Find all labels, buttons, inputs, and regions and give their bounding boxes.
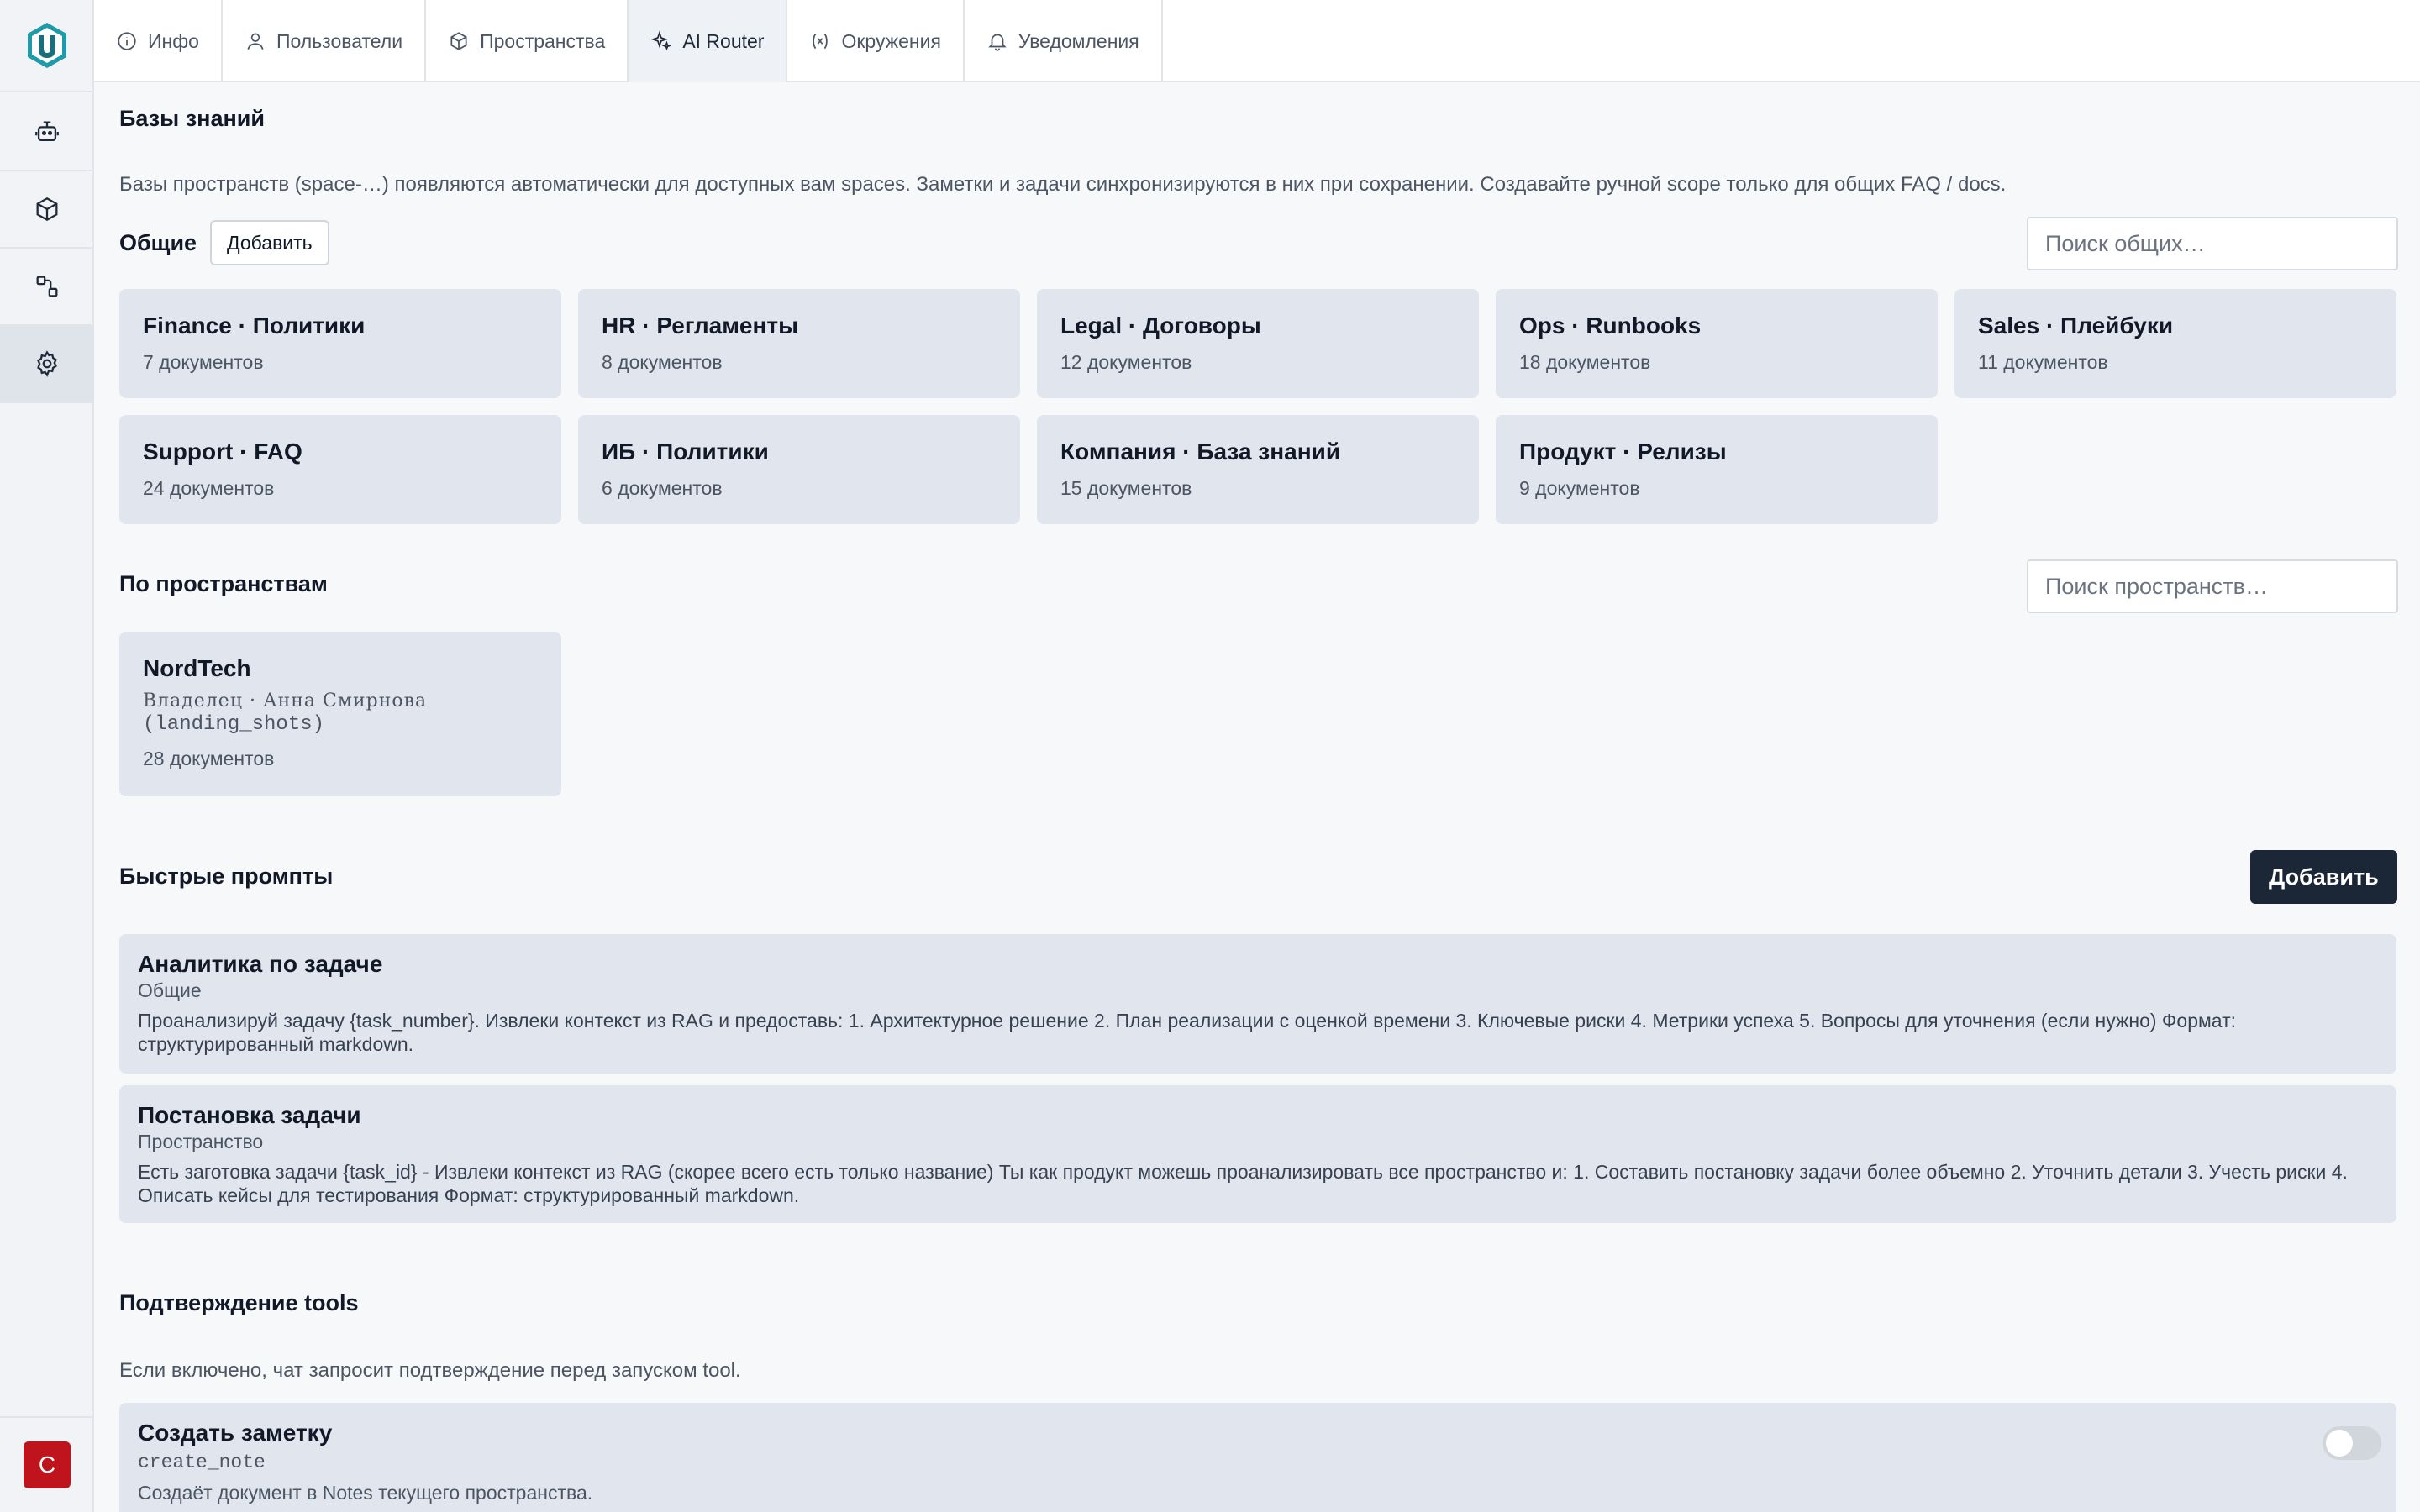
section-title-prompts: Быстрые промпты [119, 864, 334, 889]
tab-notifications[interactable]: Уведомления [965, 0, 1163, 82]
tab-label: Окружения [841, 29, 941, 52]
kb-card-count: 7 документов [143, 351, 264, 373]
kb-card[interactable]: Компания · База знаний 15 документов [1037, 415, 1479, 524]
sidebar-item-spaces[interactable] [0, 171, 94, 249]
space-card-count: 28 документов [143, 748, 275, 769]
kb-card-count: 12 документов [1060, 351, 1192, 373]
user-icon [247, 33, 264, 50]
tab-users[interactable]: Пользователи [223, 0, 427, 82]
kb-card[interactable]: Finance · Политики 7 документов [119, 289, 561, 398]
prompt-card[interactable]: Аналитика по задаче Общие Проанализируй … [119, 934, 2396, 1074]
tool-title: Создать заметку [138, 1420, 333, 1446]
knowledge-description: Базы пространств (space-…) появляются ав… [119, 173, 2007, 196]
prompt-card[interactable]: Постановка задачи Пространство Есть заго… [119, 1085, 2396, 1223]
prompt-text: Есть заготовка задачи {task_id} - Извлек… [138, 1161, 2348, 1206]
kb-card-count: 9 документов [1519, 477, 1640, 499]
sparkle-icon [650, 30, 672, 51]
workflow-icon [36, 276, 58, 297]
cube-icon [36, 197, 58, 222]
settings-tabs: Инфо Пользователи Пространства AI Router… [94, 0, 2420, 82]
kb-card-title: Компания · База знаний [1060, 438, 1341, 465]
tab-spaces[interactable]: Пространства [426, 0, 629, 82]
tool-description: Создаёт документ в Notes текущего простр… [138, 1482, 593, 1504]
spaces-label: По пространствам [119, 571, 328, 596]
sidebar-item-settings[interactable] [0, 326, 94, 403]
add-prompt-button[interactable]: Добавить [2250, 850, 2397, 904]
info-icon [118, 32, 136, 50]
logo-icon [28, 23, 66, 68]
kb-card[interactable]: Продукт · Релизы 9 документов [1496, 415, 1938, 524]
tool-confirm-toggle[interactable] [2323, 1426, 2381, 1460]
kb-card-count: 18 документов [1519, 351, 1651, 373]
toggle-knob [2326, 1430, 2353, 1457]
space-card-login: (landing_shots) [143, 713, 325, 736]
kb-card-count: 15 документов [1060, 477, 1192, 499]
kb-card-count: 24 документов [143, 477, 275, 499]
tab-label: AI Router [682, 29, 765, 52]
cube-icon [450, 32, 467, 50]
tools-description: Если включено, чат запросит подтверждени… [119, 1359, 741, 1382]
sidebar-item-assistant[interactable] [0, 94, 94, 171]
tool-code: create_note [138, 1452, 266, 1473]
section-title-tools: Подтверждение tools [119, 1290, 359, 1315]
bot-icon [35, 121, 59, 142]
common-label: Общие [119, 230, 197, 255]
kb-card-title: Support · FAQ [143, 438, 302, 465]
prompt-scope: Пространство [138, 1131, 264, 1152]
kb-card-title: Ops · Runbooks [1519, 312, 1702, 339]
kb-card[interactable]: Support · FAQ 24 документов [119, 415, 561, 524]
kb-card-title: HR · Регламенты [602, 312, 799, 339]
tab-label: Уведомления [1018, 29, 1139, 52]
search-spaces-input[interactable] [2027, 559, 2398, 613]
prompt-title: Аналитика по задаче [138, 951, 383, 977]
bell-icon [988, 34, 1007, 51]
prompt-scope: Общие [138, 979, 202, 1001]
kb-card[interactable]: ИБ · Политики 6 документов [578, 415, 1020, 524]
space-card-title: NordTech [143, 655, 251, 681]
prompt-text: Проанализируй задачу {task_number}. Извл… [138, 1010, 2237, 1055]
search-common-input[interactable] [2027, 217, 2398, 270]
kb-card[interactable]: Legal · Договоры 12 документов [1037, 289, 1479, 398]
kb-card-count: 8 документов [602, 351, 723, 373]
tab-ai-router[interactable]: AI Router [629, 0, 788, 82]
tab-label: Пользователи [276, 29, 403, 52]
prompt-title: Постановка задачи [138, 1102, 361, 1128]
tool-card: Создать заметку create_note Создаёт доку… [119, 1403, 2396, 1512]
kb-card-count: 6 документов [602, 477, 723, 499]
gear-icon [37, 350, 57, 377]
kb-card[interactable]: Sales · Плейбуки 11 документов [1954, 289, 2396, 398]
kb-card-title: Продукт · Релизы [1519, 438, 1727, 465]
kb-card-title: ИБ · Политики [602, 438, 769, 465]
sidebar-divider [0, 1416, 94, 1418]
kb-card-count: 11 документов [1978, 351, 2108, 373]
section-title-knowledge: Базы знаний [119, 106, 265, 131]
kb-card-title: Legal · Договоры [1060, 312, 1261, 339]
tab-label: Пространства [480, 29, 606, 52]
tab-environments[interactable]: Окружения [787, 0, 965, 82]
avatar[interactable]: С [24, 1441, 71, 1488]
space-kb-card[interactable]: NordTech Владелец · Анна Смирнова (landi… [119, 632, 561, 796]
app-logo[interactable] [0, 0, 94, 92]
tab-info[interactable]: Инфо [94, 0, 223, 82]
kb-card[interactable]: HR · Регламенты 8 документов [578, 289, 1020, 398]
sidebar: С [0, 0, 94, 1512]
kb-card[interactable]: Ops · Runbooks 18 документов [1496, 289, 1938, 398]
add-common-button[interactable]: Добавить [210, 220, 329, 265]
tab-label: Инфо [148, 29, 199, 52]
variable-icon [813, 33, 829, 50]
kb-card-title: Sales · Плейбуки [1978, 312, 2174, 339]
kb-card-title: Finance · Политики [143, 312, 366, 339]
sidebar-item-workflows[interactable] [0, 249, 94, 326]
space-card-owner: Владелец · Анна Смирнова [143, 690, 428, 711]
